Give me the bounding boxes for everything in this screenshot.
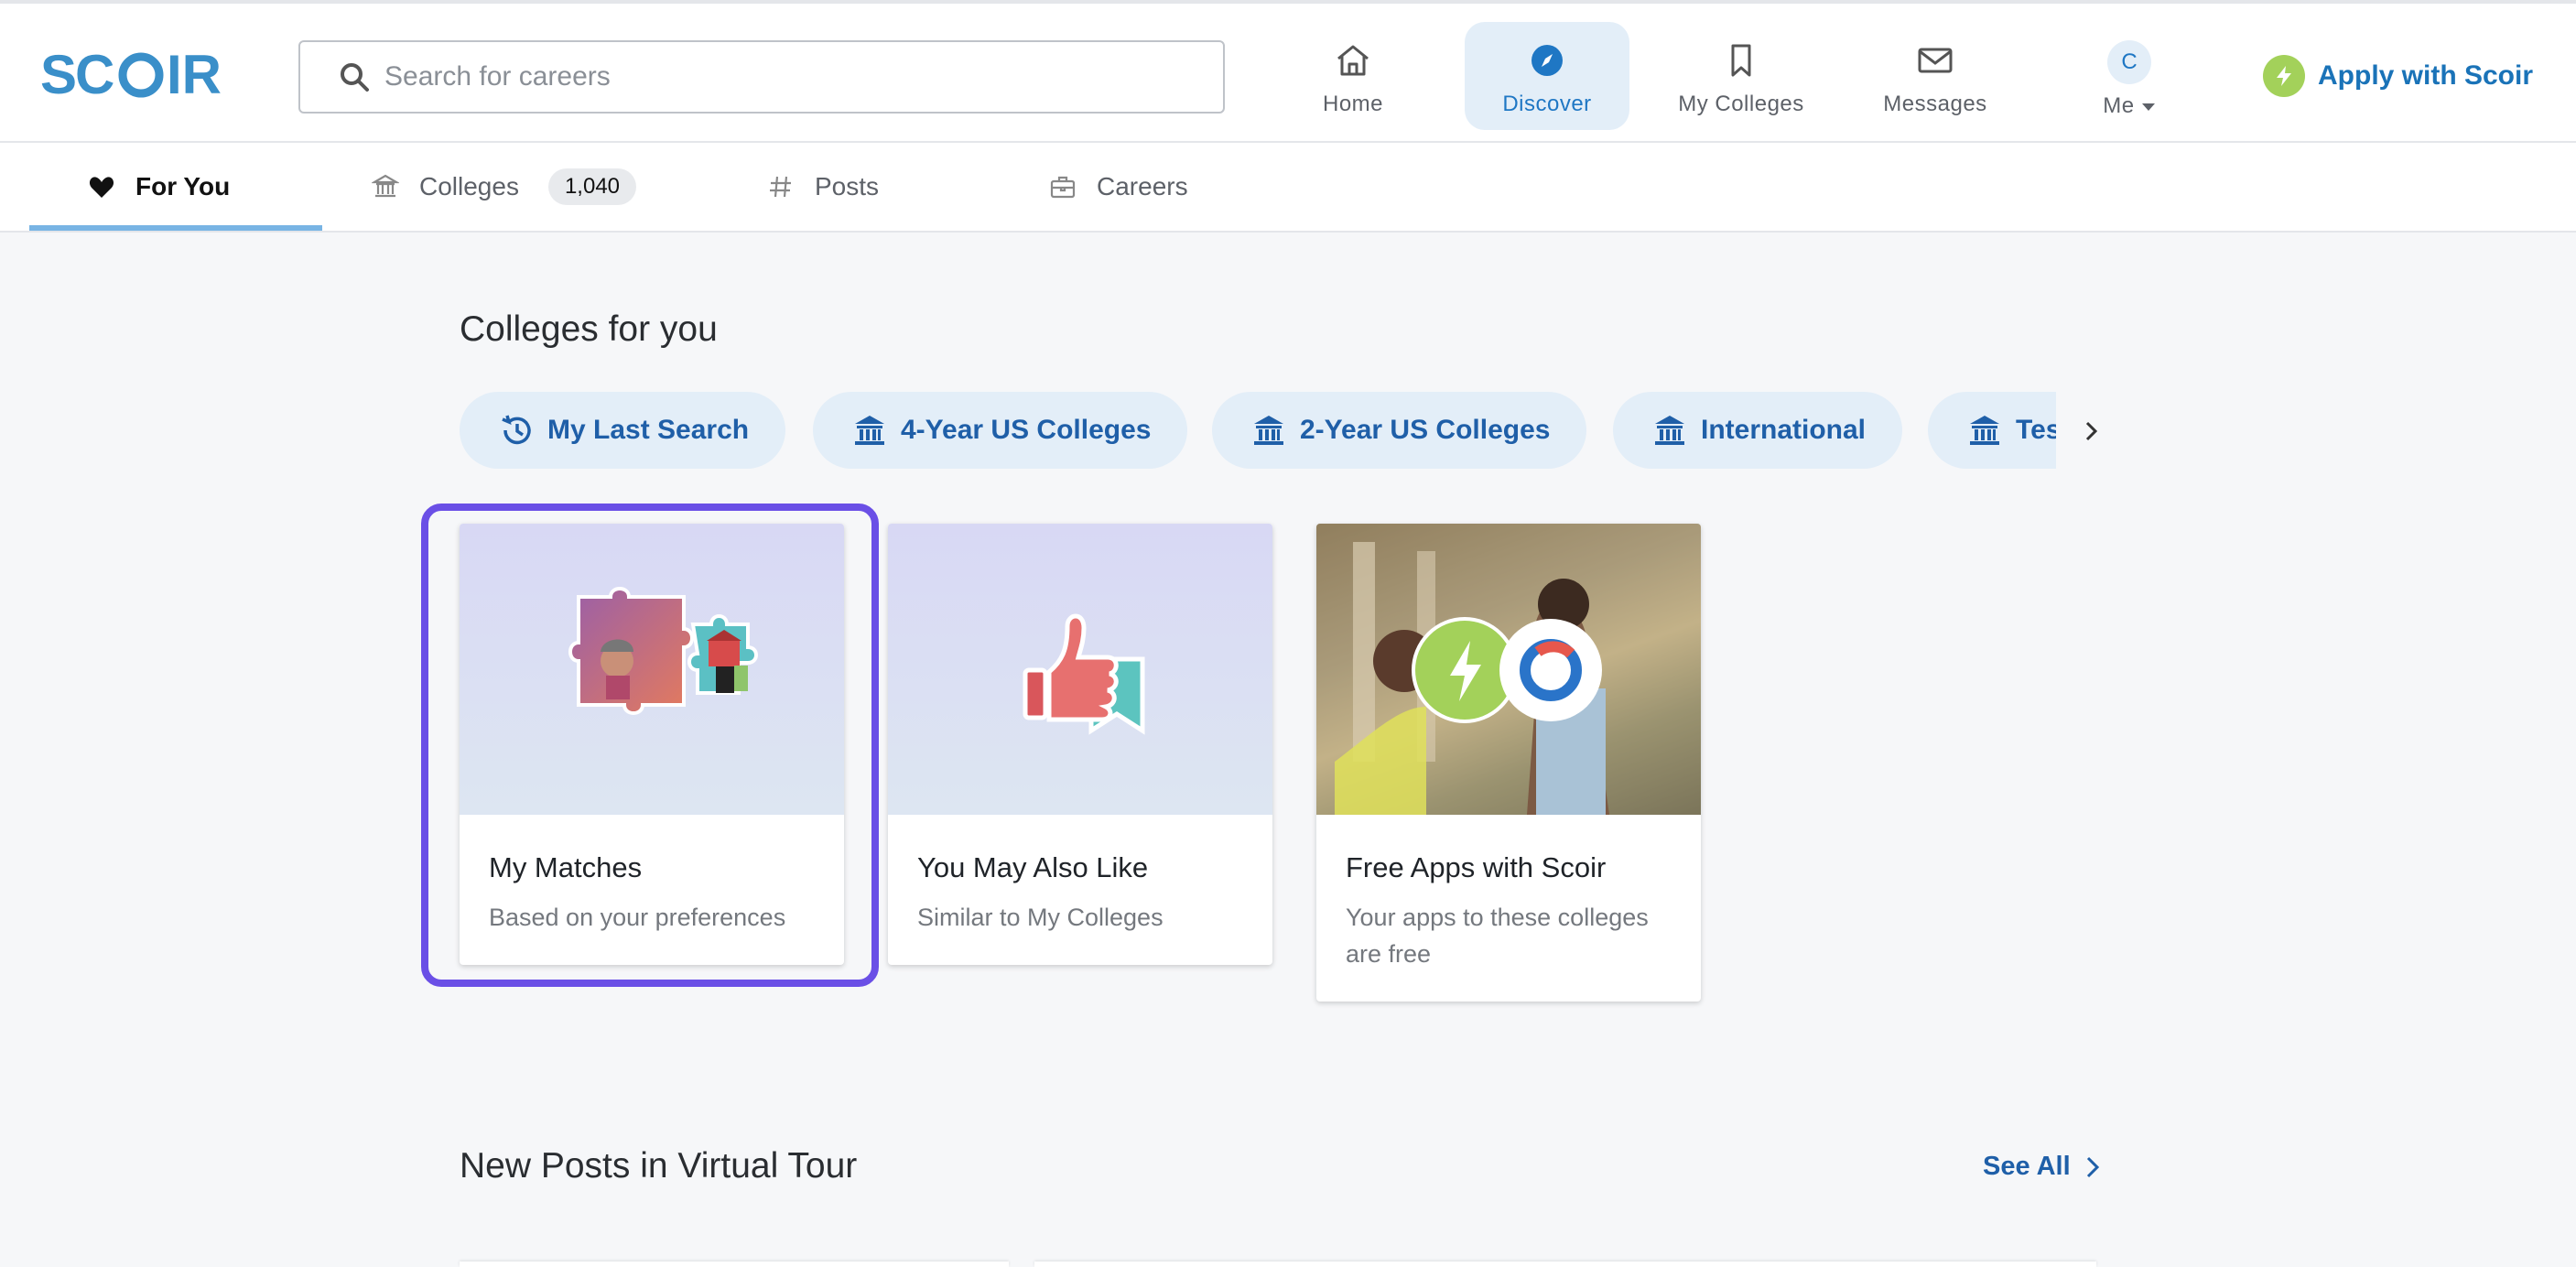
- card-you-may-also-like[interactable]: You May Also Like Similar to My Colleges: [888, 524, 1272, 965]
- card-free-apps-with-scoir[interactable]: Free Apps with Scoir Your apps to these …: [1316, 524, 1701, 1002]
- hash-icon: [770, 176, 791, 198]
- selection-highlight: [421, 504, 879, 987]
- tab-for-you-label: For You: [135, 172, 231, 200]
- nav-home[interactable]: Home: [1271, 22, 1435, 130]
- nav-home-label: Home: [1322, 92, 1384, 116]
- bookmark-icon: [1731, 44, 1751, 77]
- card-you-may-also-like-image: [888, 524, 1272, 815]
- card-free-apps-title: Free Apps with Scoir: [1346, 851, 1607, 883]
- active-tab-indicator: [29, 225, 322, 231]
- nav-discover-label: Discover: [1502, 92, 1592, 116]
- chip-my-last-search[interactable]: My Last Search: [460, 392, 786, 469]
- chip-test-label: Tes: [2016, 415, 2056, 445]
- search-input[interactable]: [383, 60, 1192, 93]
- scoir-logo[interactable]: S C IR: [40, 46, 229, 103]
- nav-messages-label: Messages: [1883, 92, 1987, 116]
- chevron-right-icon[interactable]: [2080, 419, 2104, 443]
- tab-careers-label: Careers: [1097, 172, 1188, 200]
- apply-with-scoir-button[interactable]: Apply with Scoir: [2263, 51, 2533, 101]
- thumbs-up-icon: [1023, 613, 1145, 735]
- nav-me-label: Me: [2103, 93, 2156, 119]
- card-free-apps-subtitle: Your apps to these colleges are free: [1346, 904, 1649, 968]
- top-bar: S C IR Home Discover My Colleges: [0, 0, 2576, 143]
- institution-icon: [855, 416, 884, 445]
- campus-photo: [1316, 524, 1701, 815]
- chip-2-year-label: 2-Year US Colleges: [1300, 415, 1551, 445]
- home-icon: [1337, 45, 1369, 76]
- nav-me[interactable]: C Me: [2047, 22, 2212, 130]
- chip-2-year-us-colleges[interactable]: 2-Year US Colleges: [1212, 392, 1587, 469]
- colleges-for-you-title: Colleges for you: [460, 309, 718, 349]
- post-card-peek: [1034, 1262, 2096, 1267]
- nav-discover[interactable]: Discover: [1465, 22, 1629, 130]
- svg-text:IR: IR: [167, 46, 222, 103]
- tab-colleges[interactable]: Colleges 1,040: [372, 143, 637, 231]
- chip-international[interactable]: International: [1613, 392, 1903, 469]
- virtual-tour-title: New Posts in Virtual Tour: [460, 1146, 858, 1186]
- institution-icon: [1655, 416, 1684, 445]
- institution-icon: [1970, 416, 1999, 445]
- chip-my-last-search-label: My Last Search: [547, 415, 750, 445]
- see-all-link[interactable]: See All: [1983, 1152, 2102, 1182]
- section-tabs: For You Colleges 1,040 Posts Careers: [0, 143, 2576, 233]
- institution-icon: [1254, 416, 1283, 445]
- colleges-count-badge: 1,040: [547, 168, 637, 205]
- caret-down-icon: [2141, 103, 2155, 111]
- svg-text:S: S: [40, 46, 79, 103]
- search-icon: [341, 63, 369, 92]
- chip-4-year-label: 4-Year US Colleges: [901, 415, 1152, 445]
- lightning-icon: [2263, 55, 2305, 97]
- nav-messages[interactable]: Messages: [1853, 22, 2018, 130]
- mail-icon: [1918, 48, 1953, 73]
- chip-test[interactable]: Tes: [1928, 392, 2056, 469]
- apply-label: Apply with Scoir: [2318, 60, 2534, 91]
- chip-international-label: International: [1701, 415, 1867, 445]
- see-all-label: See All: [1983, 1152, 2071, 1181]
- briefcase-icon: [1050, 176, 1076, 199]
- institution-icon: [372, 174, 399, 198]
- tab-colleges-label: Colleges: [419, 172, 519, 200]
- chevron-right-icon: [2086, 1156, 2099, 1177]
- card-you-may-also-like-subtitle: Similar to My Colleges: [917, 904, 1164, 931]
- history-icon: [502, 415, 531, 445]
- tab-careers[interactable]: Careers: [1049, 143, 1188, 231]
- svg-text:C: C: [75, 46, 114, 103]
- card-free-apps-image: [1316, 524, 1701, 815]
- nav-my-colleges[interactable]: My Colleges: [1659, 22, 1824, 130]
- avatar: C: [2107, 40, 2151, 84]
- post-card-peek: [460, 1262, 1009, 1267]
- tab-posts[interactable]: Posts: [767, 143, 879, 231]
- search-box[interactable]: [298, 40, 1225, 114]
- tab-posts-label: Posts: [815, 172, 880, 200]
- filter-chip-row: My Last Search 4-Year US Colleges 2-Year…: [460, 392, 2056, 469]
- compass-icon: [1532, 45, 1563, 76]
- chip-4-year-us-colleges[interactable]: 4-Year US Colleges: [813, 392, 1188, 469]
- tab-for-you[interactable]: For You: [88, 143, 230, 231]
- nav-my-colleges-label: My Colleges: [1678, 92, 1804, 116]
- heart-icon: [89, 177, 114, 198]
- card-you-may-also-like-title: You May Also Like: [917, 851, 1149, 883]
